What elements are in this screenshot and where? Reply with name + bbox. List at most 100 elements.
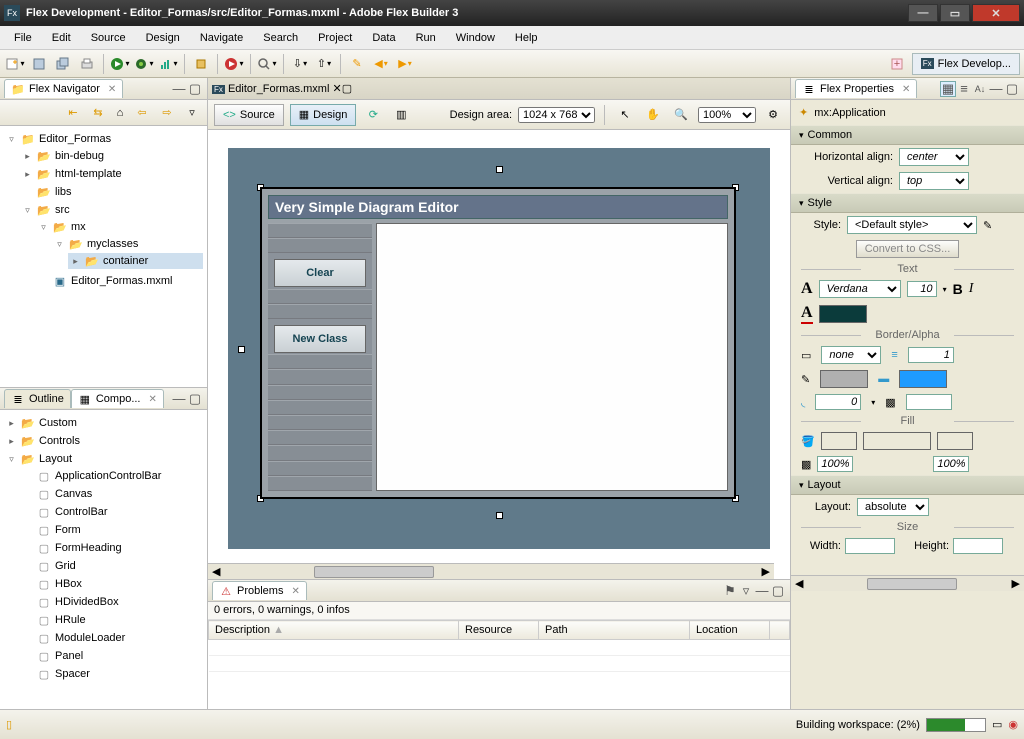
debug-icon[interactable]: ▾ xyxy=(133,53,155,75)
width-input[interactable] xyxy=(845,538,895,554)
tool-panel[interactable]: Clear New Class xyxy=(268,223,372,491)
component-item[interactable]: ▢ApplicationControlBar xyxy=(34,468,203,484)
menu-help[interactable]: Help xyxy=(505,29,548,47)
props-hscroll[interactable]: ◀▶ xyxy=(791,575,1024,591)
halign-select[interactable]: center xyxy=(899,148,969,166)
next-annotation-icon[interactable]: ⇩▾ xyxy=(289,53,311,75)
close-icon[interactable]: ✕ xyxy=(149,394,157,405)
design-mode-button[interactable]: ▦ Design xyxy=(290,104,357,126)
category-view-icon[interactable]: ≡ xyxy=(956,81,972,97)
zoom-select[interactable]: 100% xyxy=(698,107,756,123)
drawing-canvas[interactable] xyxy=(376,223,728,491)
filter-icon[interactable]: ⚑ xyxy=(722,583,738,599)
design-canvas[interactable]: Very Simple Diagram Editor Clear New Cla… xyxy=(208,130,790,579)
print-icon[interactable] xyxy=(76,53,98,75)
valign-select[interactable]: top xyxy=(899,172,969,190)
states-icon[interactable]: ▥ xyxy=(390,104,412,126)
open-perspective-icon[interactable]: + xyxy=(886,53,908,75)
standard-view-icon[interactable]: ▦ xyxy=(940,81,956,97)
menu-design[interactable]: Design xyxy=(136,29,190,47)
pan-tool-icon[interactable]: ✋ xyxy=(642,104,664,126)
minimize-view-icon[interactable]: — xyxy=(171,81,187,97)
tree-html-template[interactable]: html-template xyxy=(55,168,122,180)
save-icon[interactable] xyxy=(28,53,50,75)
close-button[interactable]: ✕ xyxy=(972,4,1020,22)
fill-color2-swatch[interactable] xyxy=(937,432,973,450)
menu-file[interactable]: File xyxy=(4,29,42,47)
view-menu-icon[interactable]: ▿ xyxy=(181,102,203,124)
alphabetical-view-icon[interactable]: A↓ xyxy=(972,81,988,97)
collapse-all-icon[interactable]: ⇤ xyxy=(62,102,84,124)
new-class-button[interactable]: New Class xyxy=(274,325,366,353)
bg-alpha-input[interactable] xyxy=(906,394,952,410)
component-item[interactable]: ▢ModuleLoader xyxy=(34,630,203,646)
menu-run[interactable]: Run xyxy=(406,29,446,47)
menu-project[interactable]: Project xyxy=(308,29,362,47)
bold-icon[interactable]: B xyxy=(953,281,963,297)
external-tool-icon[interactable]: ▾ xyxy=(223,53,245,75)
menu-navigate[interactable]: Navigate xyxy=(190,29,253,47)
menu-source[interactable]: Source xyxy=(81,29,136,47)
maximize-view-icon[interactable]: ▢ xyxy=(187,81,203,97)
tree-bin-debug[interactable]: bin-debug xyxy=(55,150,104,162)
minimize-view-icon[interactable]: — xyxy=(171,391,187,407)
maximize-button[interactable]: ▭ xyxy=(940,4,970,22)
design-area-select[interactable]: 1024 x 768 xyxy=(518,107,595,123)
back-icon[interactable]: ◀▾ xyxy=(370,53,392,75)
style-select[interactable]: <Default style> xyxy=(847,216,977,234)
close-icon[interactable]: ✕ xyxy=(332,83,341,95)
fill-alpha1-input[interactable] xyxy=(817,456,853,472)
highlight-color-swatch[interactable] xyxy=(899,370,947,388)
nav-home-icon[interactable]: ⌂ xyxy=(112,102,128,124)
component-item[interactable]: ▢HRule xyxy=(34,612,203,628)
tree-project[interactable]: Editor_Formas xyxy=(39,133,111,145)
text-color-swatch[interactable] xyxy=(819,305,867,323)
nav-back-icon[interactable]: ⇦ xyxy=(131,102,153,124)
zoom-tool-icon[interactable]: 🔍 xyxy=(670,104,692,126)
prev-annotation-icon[interactable]: ⇧▾ xyxy=(313,53,335,75)
outline-tab[interactable]: ≣ Outline xyxy=(4,389,71,408)
menu-edit[interactable]: Edit xyxy=(42,29,81,47)
horizontal-scrollbar[interactable]: ◀▶ xyxy=(208,563,774,579)
zoom-dropdown-icon[interactable]: ⚙ xyxy=(762,104,784,126)
close-icon[interactable]: ✕ xyxy=(291,586,299,597)
last-edit-icon[interactable]: ✎ xyxy=(346,53,368,75)
component-item[interactable]: ▢Canvas xyxy=(34,486,203,502)
border-color-swatch[interactable] xyxy=(820,370,868,388)
menu-window[interactable]: Window xyxy=(446,29,505,47)
forward-icon[interactable]: ▶▾ xyxy=(394,53,416,75)
minimize-view-icon[interactable]: — xyxy=(754,583,770,599)
problems-tab[interactable]: ⚠ Problems ✕ xyxy=(212,581,307,600)
menu-search[interactable]: Search xyxy=(253,29,308,47)
properties-tab[interactable]: ≣ Flex Properties ✕ xyxy=(795,79,917,98)
tree-myclasses[interactable]: myclasses xyxy=(87,238,138,250)
tree-container[interactable]: container xyxy=(103,255,148,267)
component-item[interactable]: ▢HBox xyxy=(34,576,203,592)
fill-alpha2-input[interactable] xyxy=(933,456,969,472)
maximize-view-icon[interactable]: ▢ xyxy=(770,583,786,599)
section-layout[interactable]: ▾Layout xyxy=(791,475,1024,495)
component-item[interactable]: ▢HDividedBox xyxy=(34,594,203,610)
navigator-tab[interactable]: 📁 Flex Navigator ✕ xyxy=(4,79,123,98)
panel-titlebar[interactable]: Very Simple Diagram Editor xyxy=(268,195,728,219)
font-family-select[interactable]: Verdana xyxy=(819,280,901,298)
components-tab[interactable]: ▦ Compo... ✕ xyxy=(71,389,164,408)
fill-color1-swatch[interactable] xyxy=(821,432,857,450)
component-item[interactable]: ▢Grid xyxy=(34,558,203,574)
fill-gradient-swatch[interactable] xyxy=(863,432,931,450)
progress-details-icon[interactable]: ▭ xyxy=(992,718,1002,731)
col-location[interactable]: Location xyxy=(690,621,770,640)
component-item[interactable]: ▢FormHeading xyxy=(34,540,203,556)
group-layout[interactable]: Layout xyxy=(39,453,72,465)
view-menu-icon[interactable]: ▿ xyxy=(738,583,754,599)
stop-build-icon[interactable]: ◉ xyxy=(1008,718,1018,731)
border-weight-input[interactable] xyxy=(908,347,954,363)
border-style-select[interactable]: none xyxy=(821,346,881,364)
component-item[interactable]: ▢Form xyxy=(34,522,203,538)
editor-tab[interactable]: Fx Editor_Formas.mxml ✕ xyxy=(212,82,342,95)
section-common[interactable]: ▾Common xyxy=(791,125,1024,145)
group-custom[interactable]: Custom xyxy=(39,417,77,429)
clear-button[interactable]: Clear xyxy=(274,259,366,287)
group-controls[interactable]: Controls xyxy=(39,435,80,447)
profile-icon[interactable]: ▾ xyxy=(157,53,179,75)
